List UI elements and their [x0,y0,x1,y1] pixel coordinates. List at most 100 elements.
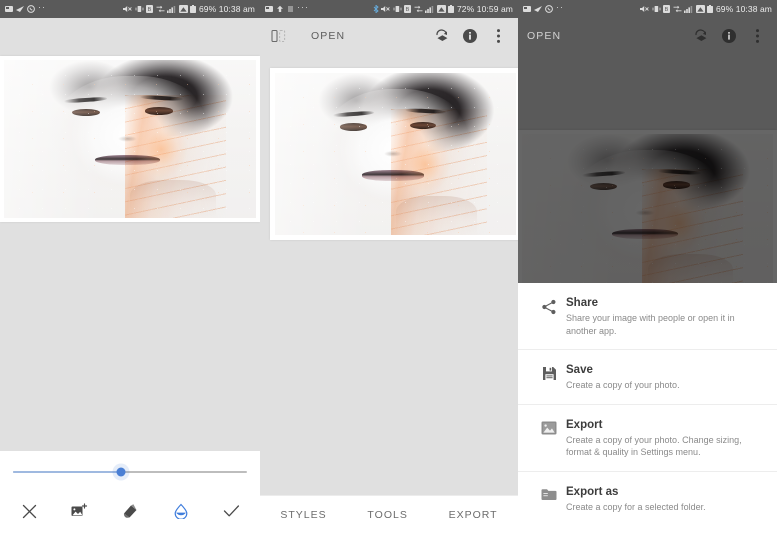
svg-text:B: B [406,7,410,13]
adjust-slider-thumb[interactable] [116,467,126,477]
sim-card-icon [523,5,531,13]
battery-icon [448,5,455,13]
canvas-left[interactable] [0,53,260,450]
volume-mute-icon [123,5,133,13]
svg-text:B: B [148,7,152,13]
sheet-item-text: Save Create a copy of your photo. [566,363,763,392]
adjust-slider-row[interactable] [0,451,260,493]
sync-icon [414,5,423,13]
whatsapp-icon [545,5,553,13]
app-icon [287,5,294,13]
sync-icon [673,5,682,13]
battery-icon [707,5,714,13]
status-bar-left-icons: ·· [5,1,46,14]
overflow-menu-icon[interactable] [487,25,509,47]
photo-frame-middle[interactable] [270,68,518,240]
history-undo-icon[interactable] [431,25,453,47]
signal-two-icon [695,5,705,13]
add-image-icon[interactable] [67,499,93,523]
sheet-item-text: Export as Create a copy for a selected f… [566,485,763,514]
portrait-photo-middle[interactable] [275,73,516,235]
battery-icon [190,5,197,13]
sheet-item-title: Export as [566,485,619,498]
sd-card-icon: B [663,5,671,13]
sheet-item-save[interactable]: Save Create a copy of your photo. [518,349,777,404]
sim-card-icon [5,5,13,13]
portrait-photo-left[interactable] [4,60,256,218]
history-undo-icon[interactable] [690,25,712,47]
editor-tool-row [0,493,260,533]
clock-right: 10:38 am [735,4,772,14]
panel-left-editor: ·· B 69% 10:38 am [0,0,260,533]
info-icon[interactable] [718,25,740,47]
sd-card-icon: B [404,5,412,13]
panel-middle-open: ··· B 72% 10:59 am OPEN STYLES TOOLS EXP… [260,0,518,533]
sheet-item-subtitle: Create a copy of your photo. Change sizi… [566,434,742,458]
signal-icon [684,5,693,13]
bottom-tab-bar: STYLES TOOLS EXPORT [260,495,518,533]
status-bar-right: ·· B 69% 10:38 am [518,0,777,18]
tab-styles[interactable]: STYLES [280,509,326,521]
upload-icon [276,5,284,13]
sheet-item-export[interactable]: Export Create a copy of your photo. Chan… [518,403,777,471]
canvas-middle[interactable] [260,53,518,495]
clock-middle: 10:59 am [476,4,513,14]
export-action-sheet: Share Share your image with people or op… [518,283,777,533]
sim-card-icon [265,5,273,13]
status-bar-left: ·· B 69% 10:38 am [0,0,260,18]
adjust-slider-fill [13,471,121,473]
sd-card-icon: B [146,5,154,13]
photo-layer-wash [4,60,256,218]
sheet-item-export-as[interactable]: Export as Create a copy for a selected f… [518,470,777,533]
battery-percent-right: 69% [715,4,734,14]
panel-right-export-sheet: ·· B 69% 10:38 am OPEN Share Share your … [518,0,777,533]
vibrate-icon [652,5,661,13]
vibrate-icon [393,5,402,13]
editor-bottom-sheet [0,451,260,533]
sheet-item-title: Export [566,418,603,431]
more-dots-icon: ·· [38,1,46,12]
overflow-menu-icon[interactable] [746,25,768,47]
info-icon[interactable] [459,25,481,47]
sheet-item-title: Save [566,364,593,376]
compare-split-icon[interactable] [269,27,287,45]
photo-layer-wash [275,73,516,235]
status-bar-right-left-icons: ·· [523,1,564,14]
signal-icon [425,5,434,13]
toolbar-middle: OPEN [260,18,518,53]
folder-icon [532,485,566,501]
save-disk-icon [532,363,566,381]
vibrate-icon [135,5,144,13]
bluetooth-icon [373,5,379,13]
clock-left: 10:38 am [218,4,255,14]
status-bar-right-right-icons: B 69% 10:38 am [640,4,772,14]
sheet-item-subtitle: Create a copy for a selected folder. [566,501,706,512]
status-bar-right-icons: B 69% 10:38 am [123,4,255,14]
sheet-item-subtitle: Create a copy of your photo. [566,380,680,390]
battery-percent-middle: 72% [456,4,475,14]
sheet-item-share[interactable]: Share Share your image with people or op… [518,283,777,349]
status-bar-middle-right-icons: B 72% 10:59 am [373,4,513,14]
status-bar-middle: ··· B 72% 10:59 am [260,0,518,18]
more-dots-icon: ··· [297,1,309,12]
water-drop-icon[interactable] [168,499,194,523]
toolbar-right: OPEN [518,18,777,53]
layers-icon[interactable] [117,499,143,523]
status-bar-middle-left-icons: ··· [265,1,309,14]
whatsapp-icon [27,5,35,13]
cancel-icon[interactable] [16,499,42,523]
confirm-check-icon[interactable] [218,499,244,523]
volume-mute-icon [640,5,650,13]
tab-tools[interactable]: TOOLS [367,509,407,521]
tab-export[interactable]: EXPORT [449,509,498,521]
volume-mute-icon [381,5,391,13]
open-title-right: OPEN [527,29,562,42]
svg-text:B: B [665,7,669,13]
toolbar-left [0,18,260,53]
sheet-item-title: Share [566,297,598,309]
send-icon [534,5,542,13]
more-dots-icon: ·· [556,1,564,12]
battery-percent-left: 69% [198,4,217,14]
adjust-slider[interactable] [13,467,247,477]
photo-frame-left[interactable] [0,56,260,222]
